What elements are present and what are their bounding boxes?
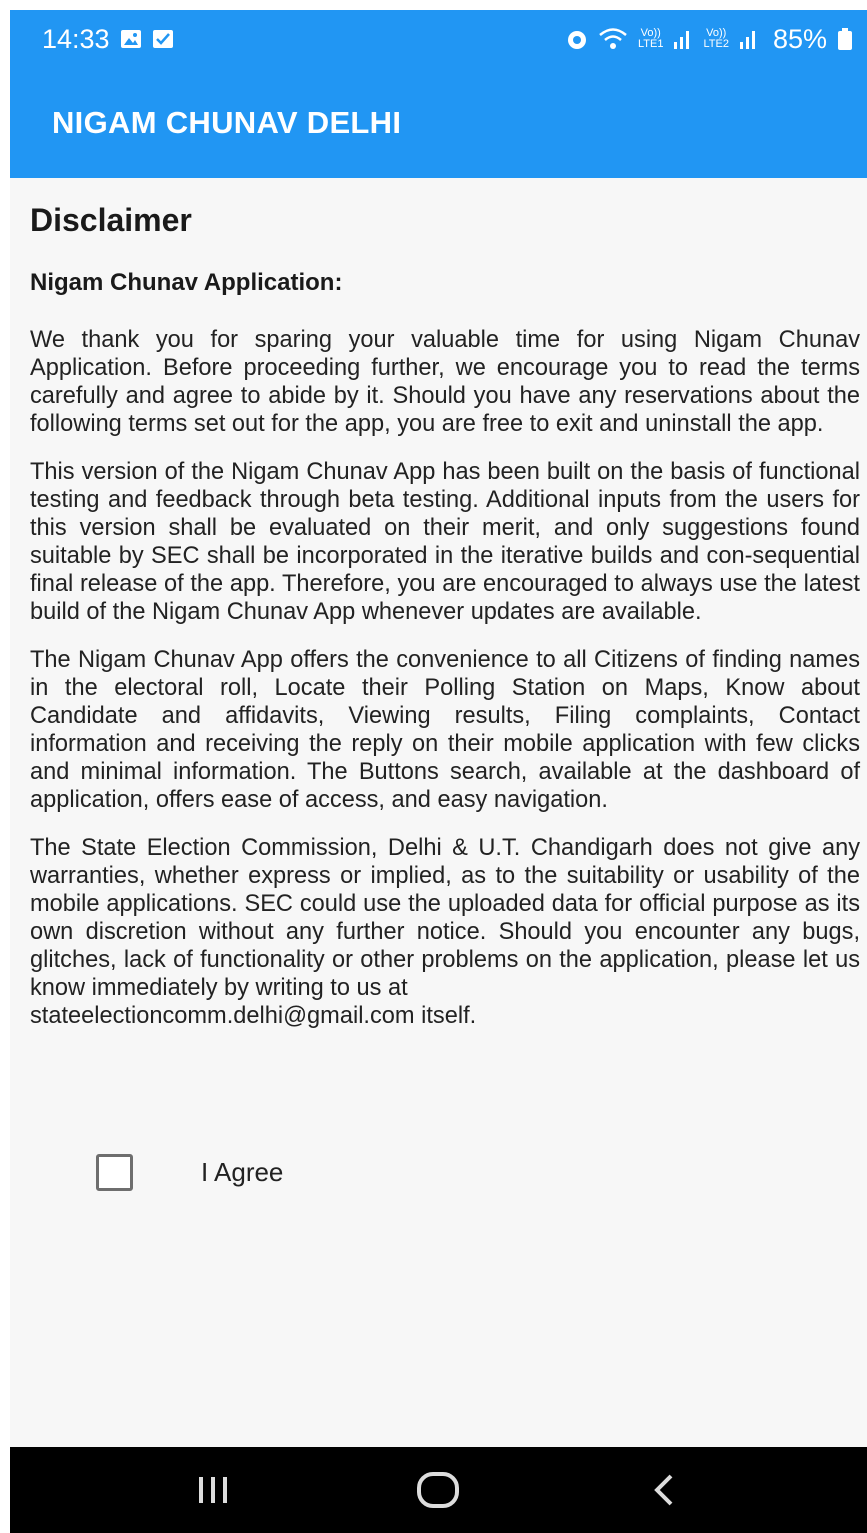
disclaimer-paragraph-4: The State Election Commission, Delhi & U…	[30, 835, 860, 1001]
back-icon[interactable]	[624, 1460, 704, 1520]
disclaimer-content: Disclaimer Nigam Chunav Application: We …	[30, 178, 860, 1030]
disclaimer-paragraph-3: The Nigam Chunav App offers the convenie…	[30, 647, 860, 813]
battery-icon	[837, 27, 853, 51]
screen: 14:33 Vo)) LTE1 Vo)) LTE2 85% NIGAM CHUN…	[10, 10, 867, 1533]
sim2-label: Vo)) LTE2	[703, 27, 729, 50]
agree-label[interactable]: I Agree	[201, 1157, 283, 1188]
alarm-icon	[566, 28, 588, 50]
disclaimer-paragraph-2: This version of the Nigam Chunav App has…	[30, 459, 860, 625]
status-bar: 14:33 Vo)) LTE1 Vo)) LTE2 85%	[10, 10, 867, 68]
battery-percent: 85%	[772, 23, 827, 54]
signal-icon	[673, 28, 693, 50]
disclaimer-subtitle: Nigam Chunav Application:	[30, 269, 343, 296]
recent-apps-icon[interactable]	[173, 1460, 253, 1520]
contact-email: stateelectioncomm.delhi@gmail.com itself…	[30, 1003, 477, 1029]
gallery-icon	[120, 28, 142, 50]
agree-checkbox[interactable]	[96, 1154, 133, 1191]
message-icon	[152, 28, 174, 50]
wifi-icon	[598, 27, 628, 51]
navigation-bar	[10, 1447, 867, 1533]
app-bar: NIGAM CHUNAV DELHI	[10, 68, 867, 178]
status-time: 14:33	[42, 23, 110, 54]
disclaimer-title: Disclaimer	[30, 202, 192, 238]
agree-row[interactable]: I Agree	[96, 1154, 283, 1191]
home-icon[interactable]	[398, 1460, 478, 1520]
app-title: NIGAM CHUNAV DELHI	[52, 105, 402, 140]
signal-icon	[739, 28, 759, 50]
disclaimer-paragraph-1: We thank you for sparing your valuable t…	[30, 327, 860, 437]
sim1-label: Vo)) LTE1	[637, 27, 664, 50]
